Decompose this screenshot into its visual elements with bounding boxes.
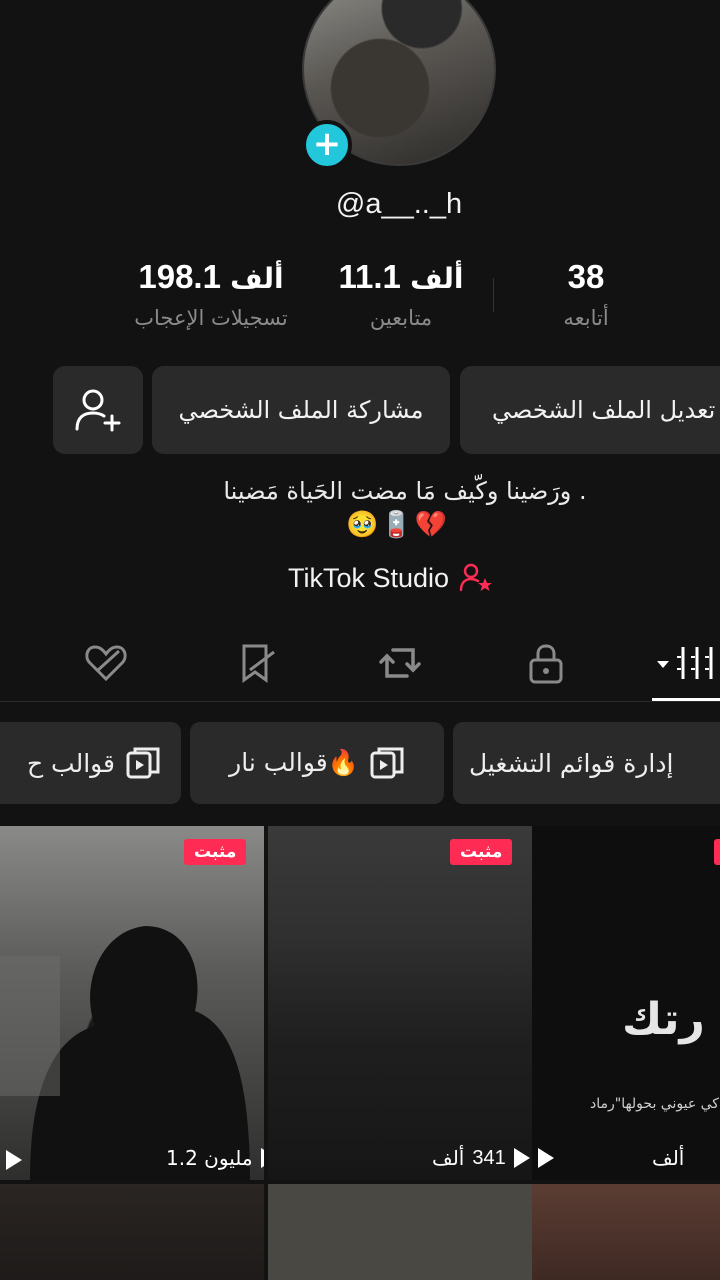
grid-dropdown-icon <box>657 647 717 679</box>
lock-icon <box>529 644 563 684</box>
video-tile-5[interactable] <box>268 1184 532 1280</box>
pinned-badge <box>714 839 720 865</box>
stat-following[interactable]: 38 أتابعه <box>546 258 626 330</box>
chip-templates-partial-label: قوالب ح <box>26 748 115 778</box>
likes-label: تسجيلات الإعجاب <box>134 306 288 330</box>
following-count: 38 <box>567 258 605 295</box>
edit-profile-button[interactable]: تعديل الملف الشخصي <box>460 366 720 454</box>
play-icon <box>538 1148 554 1168</box>
active-tab-indicator <box>652 698 720 701</box>
profile-avatar-container[interactable]: + <box>302 0 496 170</box>
creator-star-icon <box>459 563 493 592</box>
video-tile-4[interactable] <box>532 1184 720 1280</box>
following-label: أتابعه <box>563 306 609 330</box>
chip-templates-fire[interactable]: قوالب نار🔥 <box>190 722 444 804</box>
play-icon <box>260 1148 264 1168</box>
add-friend-button[interactable] <box>53 366 143 454</box>
chip-templates-partial[interactable]: قوالب ح <box>0 722 181 804</box>
share-profile-button[interactable]: مشاركة الملف الشخصي <box>152 366 450 454</box>
profile-bio: ورَضينا وكّيف مَا مضت الحَياة مَضينا . <box>223 477 587 505</box>
hooded-figure-thumbnail <box>0 926 250 1180</box>
followers-count: ألف 11.1 <box>338 258 464 295</box>
template-icon <box>126 747 160 779</box>
video-tile-2[interactable]: مثبت ألف 341 <box>268 826 532 1180</box>
video-tile-3[interactable]: مثبت 1.2 مليون <box>0 826 264 1180</box>
stats-divider <box>493 278 494 312</box>
tab-liked[interactable] <box>76 638 136 688</box>
studio-label: TikTok Studio <box>288 562 450 593</box>
add-story-plus-icon[interactable]: + <box>302 120 352 170</box>
tile-big-text: رتك <box>622 994 705 1045</box>
tab-private[interactable] <box>516 638 576 688</box>
view-count: ألف 341 <box>432 1146 530 1170</box>
stat-followers[interactable]: ألف 11.1 متابعين <box>336 258 466 330</box>
view-count: 1.2 مليون <box>166 1146 264 1170</box>
view-count <box>6 1150 22 1170</box>
username: @a__.._h <box>335 188 463 220</box>
chip-templates-fire-label: قوالب نار🔥 <box>229 748 359 777</box>
repost-icon <box>379 648 421 678</box>
video-tile-6[interactable] <box>0 1184 264 1280</box>
bookmark-hidden-icon <box>242 644 275 683</box>
pinned-badge: مثبت <box>184 839 247 865</box>
play-icon <box>513 1148 530 1168</box>
add-user-icon <box>75 389 121 432</box>
tile-small-text: كي عيوني بحولها"رماد" <box>590 1096 720 1112</box>
chip-manage-playlists[interactable]: إدارة قوائم التشغيل <box>453 722 720 804</box>
followers-label: متابعين <box>369 306 433 330</box>
tab-reposts[interactable] <box>370 638 430 688</box>
stat-likes[interactable]: ألف 198.1 تسجيلات الإعجاب <box>126 258 296 330</box>
video-tile-1[interactable]: رتك كي عيوني بحولها"رماد" ألف <box>532 826 720 1180</box>
pinned-badge: مثبت <box>450 839 513 865</box>
profile-tab-bar <box>0 630 720 702</box>
template-icon <box>370 747 404 779</box>
tab-favorites[interactable] <box>226 638 286 688</box>
play-icon <box>6 1150 22 1170</box>
tiktok-studio-link[interactable]: TikTok Studio <box>288 562 493 594</box>
heart-hidden-icon <box>85 645 127 682</box>
bio-emojis: 🥹🪫💔 <box>346 510 450 540</box>
view-count: ألف <box>538 1146 684 1170</box>
tab-videos[interactable] <box>650 638 720 688</box>
likes-count: ألف 198.1 <box>138 258 284 295</box>
